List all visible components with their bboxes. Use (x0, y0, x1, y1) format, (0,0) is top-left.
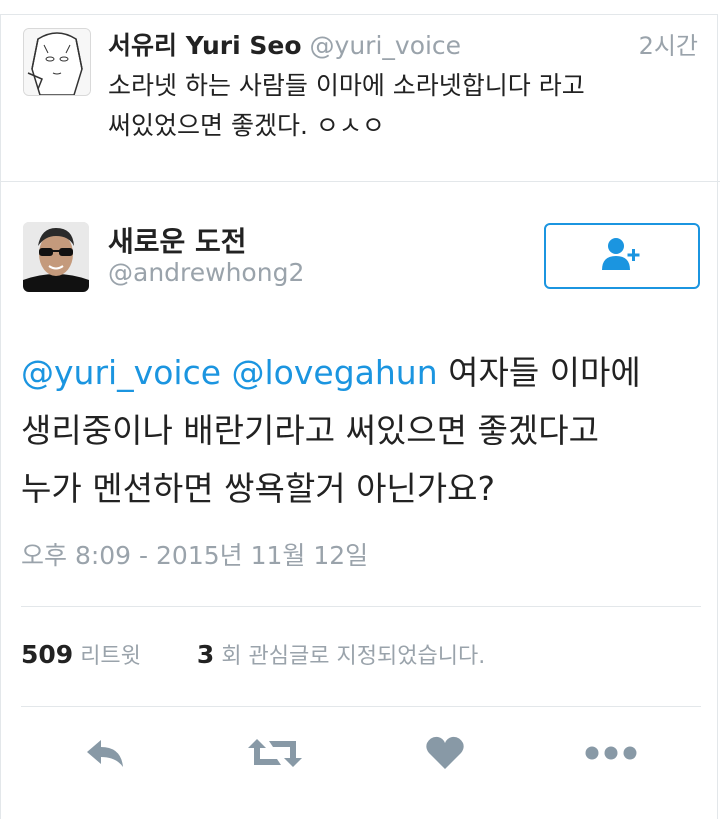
mention-link[interactable]: @yuri_voice (21, 353, 221, 392)
main-display-name[interactable]: 새로운 도전 (108, 220, 247, 260)
tweet-text-line: @yuri_voice @lovegahun 여자들 이마에 (21, 344, 701, 402)
follow-button[interactable] (544, 223, 700, 289)
parent-tweet-text: 소라넷 하는 사람들 이마에 소라넷합니다 라고 써있었으면 좋겠다. ㅇㅅㅇ (108, 66, 698, 146)
tweet-text-line: 누가 멘션하면 쌍욕할거 아닌가요? (21, 469, 496, 508)
divider (0, 181, 720, 182)
reply-button[interactable] (78, 730, 132, 780)
parent-tweet[interactable]: 서유리 Yuri Seo @yuri_voice 2시간 소라넷 하는 사람들 이… (0, 14, 720, 182)
more-icon (584, 745, 638, 765)
tweet-text-segment: 여자들 이마에 (437, 353, 641, 392)
tweet-timestamp[interactable]: 오후 8:09 - 2015년 11월 12일 (21, 536, 368, 572)
like-button[interactable] (418, 730, 472, 780)
divider (21, 706, 701, 707)
parent-display-name[interactable]: 서유리 Yuri Seo (108, 31, 302, 60)
retweet-label: 리트윗 (80, 644, 141, 669)
more-button[interactable] (584, 730, 638, 780)
tweet-stats: 509 리트윗 3 회 관심글로 지정되었습니다. (21, 638, 485, 670)
parent-author[interactable]: 서유리 Yuri Seo @yuri_voice (108, 26, 461, 62)
like-stat[interactable]: 3 회 관심글로 지정되었습니다. (197, 640, 486, 669)
parent-text-line: 소라넷 하는 사람들 이마에 소라넷합니다 라고 (108, 71, 585, 100)
main-handle[interactable]: @andrewhong2 (108, 258, 304, 287)
divider (21, 606, 701, 607)
like-label: 회 관심글로 지정되었습니다. (221, 644, 486, 669)
tweet-actions (0, 730, 720, 780)
main-avatar[interactable] (23, 222, 89, 292)
retweet-icon (247, 735, 303, 775)
retweet-count: 509 (21, 640, 74, 669)
parent-avatar[interactable] (23, 28, 91, 96)
mention-link[interactable]: @lovegahun (232, 353, 438, 392)
heart-icon (425, 735, 465, 775)
parent-time: 2시간 (638, 32, 698, 60)
like-count: 3 (196, 640, 215, 669)
add-user-icon (600, 236, 644, 276)
tweet-text-line: 생리중이나 배란기라고 써있으면 좋겠다고 (21, 411, 599, 450)
retweet-button[interactable] (248, 730, 302, 780)
main-tweet-text: @yuri_voice @lovegahun 여자들 이마에 생리중이나 배란기… (21, 344, 701, 518)
reply-icon (83, 735, 127, 775)
parent-handle[interactable]: @yuri_voice (310, 31, 462, 60)
parent-text-line: 써있었으면 좋겠다. ㅇㅅㅇ (108, 111, 385, 140)
retweet-stat[interactable]: 509 리트윗 (21, 640, 141, 669)
